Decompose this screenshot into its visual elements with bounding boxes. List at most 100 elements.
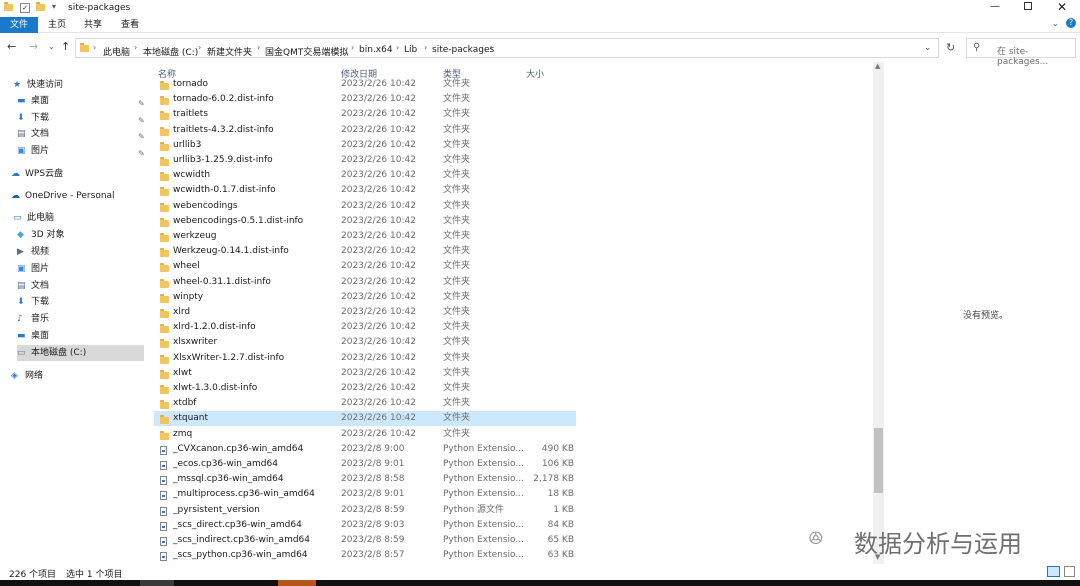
file-row[interactable]: wheel 2023/2/26 10:42 文件夹 bbox=[154, 259, 576, 274]
tab-view[interactable]: 查看 bbox=[112, 17, 148, 33]
scroll-thumb[interactable] bbox=[874, 428, 883, 493]
file-row[interactable]: urllib3 2023/2/26 10:42 文件夹 bbox=[154, 138, 576, 153]
nav-item-label: OneDrive - Personal bbox=[25, 191, 115, 201]
file-row[interactable]: xlwt 2023/2/26 10:42 文件夹 bbox=[154, 366, 576, 381]
file-name: wheel bbox=[173, 261, 200, 272]
file-row[interactable]: werkzeug 2023/2/26 10:42 文件夹 bbox=[154, 229, 576, 244]
search-box[interactable]: ⚲ 在 site-packages... bbox=[966, 38, 1076, 67]
file-row[interactable]: winpty 2023/2/26 10:42 文件夹 bbox=[154, 290, 576, 305]
nav-item[interactable]: ☁ OneDrive - Personal bbox=[11, 188, 144, 204]
file-name: xlrd bbox=[173, 307, 191, 317]
file-row[interactable]: urllib3-1.25.9.dist-info 2023/2/26 10:42 文… bbox=[154, 153, 576, 168]
maximize-icon[interactable] bbox=[1024, 2, 1032, 10]
nav-item[interactable]: ▤ 文档 bbox=[17, 278, 144, 294]
file-row[interactable]: xtquant 2023/2/26 10:42 文件夹 bbox=[154, 411, 576, 427]
nav-item[interactable]: ▭ 此电脑 bbox=[13, 210, 144, 226]
file-name: wcwidth bbox=[173, 170, 211, 181]
nav-item[interactable]: ▤ 文档 ✎ bbox=[17, 126, 145, 142]
nav-item[interactable]: ♪ 音乐 bbox=[17, 311, 144, 327]
nav-item[interactable]: ▬ 桌面 ✎ bbox=[17, 93, 145, 109]
tab-share[interactable]: 共享 bbox=[76, 17, 110, 33]
file-row[interactable]: XlsxWriter-1.2.7.dist-info 2023/2/26 10:4… bbox=[154, 351, 576, 366]
file-row[interactable]: xlsxwriter 2023/2/26 10:42 文件夹 bbox=[154, 335, 576, 350]
breadcrumb-bin-x64[interactable]: bin.x64 bbox=[359, 45, 393, 55]
file-row[interactable]: webencodings-0.5.1.dist-info 2023/2/26 10… bbox=[154, 214, 576, 229]
nav-item[interactable]: ▣ 图片 ✎ bbox=[17, 143, 145, 162]
breadcrumb-new-folder[interactable]: 新建文件夹 bbox=[207, 45, 252, 58]
file-row[interactable]: zmq 2023/2/26 10:42 文件夹 bbox=[154, 427, 576, 442]
nav-item[interactable]: ⬇ 下载 bbox=[17, 294, 144, 310]
file-name: _ecos.cp36-win_amd64 bbox=[173, 459, 278, 469]
file-row[interactable]: tornado 2023/2/26 10:42 文件夹 bbox=[154, 77, 576, 92]
nav-item[interactable]: ▶ 视频 bbox=[17, 244, 144, 260]
title-bar: ✓ ▾ site-packages — ✕ bbox=[0, 0, 1080, 17]
file-row[interactable]: _ecos.cp36-win_amd64 2023/2/8 9:01 Python … bbox=[154, 457, 576, 472]
nav-item-label: 下载 bbox=[31, 297, 50, 307]
file-row[interactable]: _scs_direct.cp36-win_amd64 2023/2/8 9:03 P… bbox=[154, 518, 576, 533]
file-date: 2023/2/26 10:42 bbox=[341, 322, 416, 333]
file-type: 文件夹 bbox=[443, 428, 471, 439]
file-row[interactable]: webencodings 2023/2/26 10:42 文件夹 bbox=[154, 199, 576, 214]
file-row[interactable]: _mssql.cp36-win_amd64 2023/2/8 8:58 Python… bbox=[154, 472, 576, 487]
file-row[interactable]: wheel-0.31.1.dist-info 2023/2/26 10:42 文件夹 bbox=[154, 275, 576, 290]
nav-item[interactable]: ☁ WPS云盘 bbox=[11, 166, 144, 182]
minimize-icon[interactable]: — bbox=[990, 1, 1000, 12]
vertical-scrollbar[interactable]: ▲ ▼ bbox=[873, 62, 884, 564]
back-arrow-icon[interactable]: ← bbox=[7, 40, 16, 53]
breadcrumb-local-disk[interactable]: 本地磁盘 (C:) bbox=[143, 45, 198, 58]
properties-icon[interactable]: ✓ bbox=[20, 3, 30, 13]
picture-icon: ▣ bbox=[17, 264, 26, 274]
file-row[interactable]: _scs_python.cp36-win_amd64 2023/2/8 8:57 P… bbox=[154, 548, 576, 563]
file-name: XlsxWriter-1.2.7.dist-info bbox=[173, 352, 285, 363]
taskbar-app[interactable] bbox=[140, 580, 174, 586]
address-dropdown-icon[interactable]: ⌄ bbox=[924, 43, 932, 53]
nav-item[interactable]: ▬ 桌面 bbox=[17, 328, 144, 344]
refresh-icon[interactable]: ↻ bbox=[946, 41, 955, 54]
file-row[interactable]: _multiprocess.cp36-win_amd64 2023/2/8 9:0… bbox=[154, 487, 576, 502]
file-row[interactable]: _scs_indirect.cp36-win_amd64 2023/2/8 8:5… bbox=[154, 533, 576, 548]
file-row[interactable]: xlwt-1.3.0.dist-info 2023/2/26 10:42 文件夹 bbox=[154, 381, 576, 396]
file-row[interactable]: Werkzeug-0.14.1.dist-info 2023/2/26 10:42… bbox=[154, 244, 576, 259]
expand-ribbon-icon[interactable]: ⌄ bbox=[1052, 19, 1059, 28]
breadcrumb-this-pc[interactable]: 此电脑 bbox=[103, 45, 130, 58]
file-row[interactable]: tornado-6.0.2.dist-info 2023/2/26 10:42 文件… bbox=[154, 92, 576, 107]
tab-home[interactable]: 主页 bbox=[40, 17, 74, 33]
details-view-icon[interactable] bbox=[1047, 566, 1060, 577]
file-type: 文件夹 bbox=[443, 413, 471, 424]
file-row[interactable]: traitlets 2023/2/26 10:42 文件夹 bbox=[154, 107, 576, 122]
file-list: ^ 名称 修改日期 类型 大小 tornado2023/2/26 10:42文件… bbox=[154, 64, 874, 564]
file-row[interactable]: xtdbf 2023/2/26 10:42 文件夹 bbox=[154, 396, 576, 411]
pin-icon[interactable]: ✎ bbox=[138, 146, 145, 162]
file-row[interactable]: _pyrsistent_version 2023/2/8 8:59 Python 源… bbox=[154, 503, 576, 518]
nav-item[interactable]: ▭ 本地磁盘 (C:) bbox=[17, 345, 144, 361]
help-icon[interactable]: ? bbox=[1066, 18, 1076, 28]
nav-item[interactable]: ⬇ 下载 ✎ bbox=[17, 110, 145, 126]
nav-item[interactable]: ◈ 网络 bbox=[11, 368, 144, 384]
file-name: _scs_direct.cp36-win_amd64 bbox=[173, 519, 302, 530]
file-row[interactable]: xlrd 2023/2/26 10:42 文件夹 bbox=[154, 305, 576, 320]
nav-item[interactable]: ▣ 图片 bbox=[17, 261, 144, 277]
file-name: zmq bbox=[173, 428, 193, 439]
wechat-logo-icon: ꔮ bbox=[808, 526, 824, 550]
file-row[interactable]: wcwidth 2023/2/26 10:42 文件夹 bbox=[154, 168, 576, 183]
quick-access-dropdown-icon[interactable]: ▾ bbox=[52, 2, 56, 11]
tab-file[interactable]: 文件 bbox=[0, 17, 38, 33]
breadcrumb-site-packages[interactable]: site-packages bbox=[432, 45, 494, 55]
forward-arrow-icon[interactable]: → bbox=[29, 40, 38, 53]
file-row[interactable]: wcwidth-0.1.7.dist-info 2023/2/26 10:42 文件… bbox=[154, 183, 576, 198]
recent-locations-icon[interactable]: ⌄ bbox=[48, 42, 55, 51]
close-icon[interactable]: ✕ bbox=[1057, 0, 1067, 14]
scroll-up-icon[interactable]: ▲ bbox=[875, 62, 880, 70]
file-row[interactable]: _CVXcanon.cp36-win_amd64 2023/2/8 9:00 Pyt… bbox=[154, 442, 576, 457]
address-bar[interactable]: › 此电脑 › 本地磁盘 (C:) › 新建文件夹 › 国金QMT交易端模拟 ›… bbox=[75, 38, 939, 58]
file-row[interactable]: traitlets-4.3.2.dist-info 2023/2/26 10:42… bbox=[154, 123, 576, 138]
breadcrumb-qmt[interactable]: 国金QMT交易端模拟 bbox=[265, 45, 348, 58]
breadcrumb-lib[interactable]: Lib bbox=[404, 45, 417, 55]
file-row[interactable]: xlrd-1.2.0.dist-info 2023/2/26 10:42 文件夹 bbox=[154, 320, 576, 335]
nav-item[interactable]: ◆ 3D 对象 bbox=[17, 227, 144, 243]
new-folder-icon[interactable] bbox=[36, 2, 45, 14]
large-icons-view-icon[interactable] bbox=[1064, 566, 1075, 577]
nav-item[interactable]: ★ 快速访问 bbox=[13, 77, 144, 93]
taskbar-app[interactable] bbox=[278, 580, 316, 586]
up-arrow-icon[interactable]: ↑ bbox=[61, 40, 70, 53]
